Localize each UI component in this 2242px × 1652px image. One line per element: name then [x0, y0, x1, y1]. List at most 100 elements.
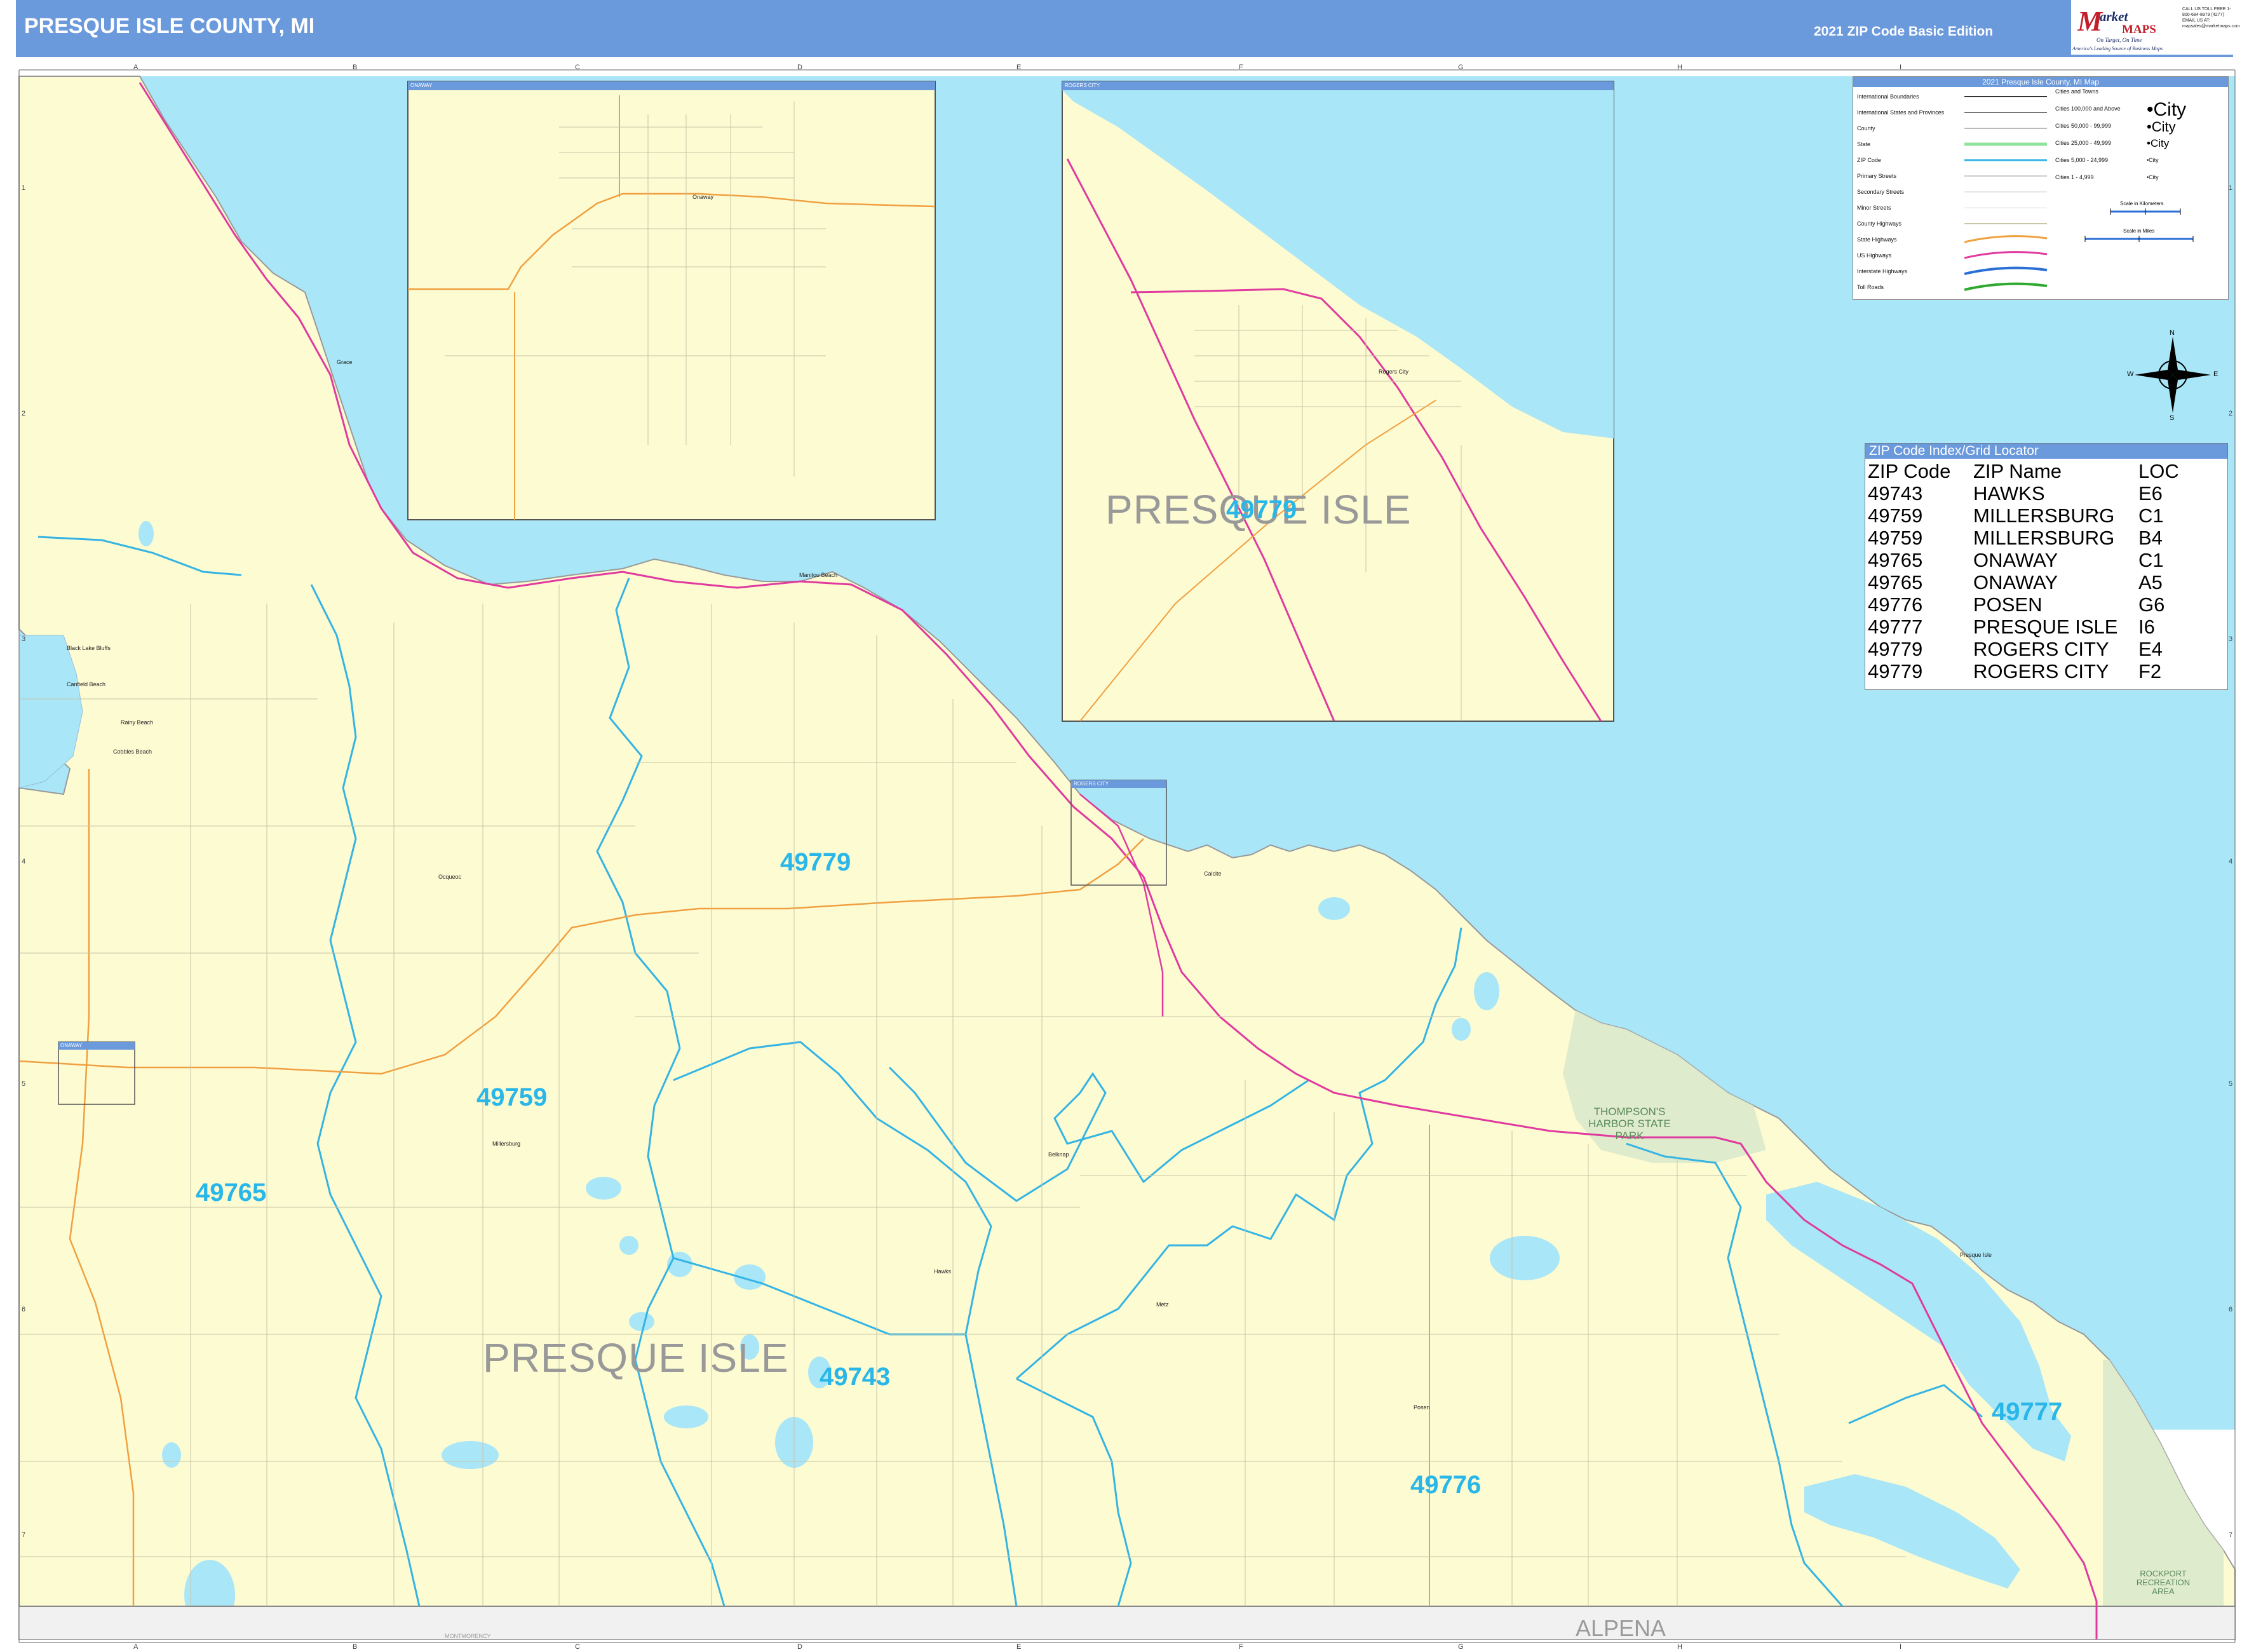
place-label: Calcite — [1204, 870, 1222, 877]
zip-index-cell: A5 — [2138, 571, 2163, 593]
park-label-rockport: ROCKPORT RECREATION AREA — [2136, 1569, 2191, 1596]
place-label: Ocqueoc — [438, 874, 462, 880]
scale-bar-mi — [2084, 236, 2194, 242]
zip-index-cell: PRESQUE ISLE — [1973, 616, 2118, 638]
inland-lake — [442, 1441, 499, 1469]
compass-e: E — [2213, 370, 2218, 378]
grid-letter: A — [133, 64, 138, 71]
zip-index-cell: 49759 — [1868, 504, 1923, 527]
zip-index-cell: F2 — [2138, 660, 2162, 682]
inland-lake — [1318, 897, 1350, 920]
zip-index-cell: HAWKS — [1973, 482, 2045, 504]
grid-number: 4 — [2229, 858, 2233, 865]
neighbor-county-west-label: MONTMORENCY — [445, 1633, 491, 1639]
grid-letter: H — [1677, 64, 1682, 71]
place-label: Canfield Beach — [67, 681, 106, 687]
grid-letter: F — [1239, 64, 1243, 71]
legend-item: Toll Roads — [1857, 284, 1884, 290]
legend-city-sample: •City — [2147, 99, 2187, 120]
zip-index-cell: I6 — [2138, 616, 2155, 638]
legend-item: State — [1857, 141, 1871, 147]
legend-city-class: Cities 1 - 4,999 — [2055, 174, 2094, 180]
grid-number: 2 — [22, 410, 26, 417]
zip-index-cell: E4 — [2138, 638, 2163, 660]
logo-tagline: On Target, On Time — [2097, 37, 2142, 43]
grid-letter: C — [575, 1643, 580, 1651]
grid-number: 3 — [2229, 635, 2233, 643]
grid-letter: F — [1239, 1643, 1243, 1651]
inland-lake — [619, 1236, 638, 1255]
edition-label: 2021 ZIP Code Basic Edition — [1814, 24, 1994, 39]
zip-index-cell: 49765 — [1868, 571, 1923, 593]
neighbor-county-label: ALPENA — [1576, 1615, 1666, 1641]
grid-letter: C — [575, 64, 580, 71]
inset-rogers-tag: ROGERS CITY — [1065, 83, 1100, 88]
legend-item: Primary Streets — [1857, 173, 1897, 179]
logo-subtagline: America's Leading Source of Business Map… — [2072, 46, 2163, 51]
inland-lake — [664, 1405, 708, 1428]
zip-index-title: ZIP Code Index/Grid Locator — [1865, 443, 2227, 459]
grid-number: 2 — [2229, 410, 2233, 417]
page-title: PRESQUE ISLE COUNTY, MI — [24, 14, 315, 38]
place-label: Metz — [1156, 1301, 1169, 1308]
legend-item: ZIP Code — [1857, 157, 1881, 163]
zip-index-cell: C1 — [2138, 549, 2164, 571]
rogers-locator-label: ROGERS CITY — [1074, 781, 1109, 787]
zip-label-49779: 49779 — [780, 848, 851, 876]
legend-city-sample: •City — [2147, 157, 2159, 163]
place-label: Manitou Beach — [799, 572, 838, 578]
legend-scale-km: Scale in Kilometers — [2120, 201, 2164, 207]
grid-letter: I — [1900, 1643, 1902, 1651]
zip-label-49777: 49777 — [1992, 1398, 2063, 1426]
grid-number: 5 — [2229, 1080, 2233, 1088]
zip-index-cell: 49777 — [1868, 616, 1923, 638]
park-label-thompsons-harbor: THOMPSON'S HARBOR STATE PARK — [1588, 1106, 1671, 1142]
inset-place-rogers-city: Rogers City — [1379, 369, 1409, 375]
grid-letter: A — [133, 1643, 138, 1651]
grid-letter: B — [353, 64, 358, 71]
logo-word-maps: MAPS — [2122, 23, 2156, 36]
inset-rogers-city-frame — [1062, 81, 1614, 722]
zip-index-cell: 49776 — [1868, 593, 1923, 616]
inland-lake — [586, 1177, 621, 1200]
legend-scale-mi: Scale in Miles — [2123, 228, 2155, 234]
inland-lake — [1490, 1236, 1560, 1280]
zip-index-cell: B4 — [2138, 527, 2163, 549]
legend-city-class: Cities 25,000 - 49,999 — [2055, 140, 2112, 146]
zip-index-cell: C1 — [2138, 504, 2164, 527]
onaway-locator-label: ONAWAY — [60, 1043, 83, 1048]
zip-index-cell: 49765 — [1868, 549, 1923, 571]
grid-number: 7 — [2229, 1531, 2233, 1539]
legend-item: Secondary Streets — [1857, 189, 1905, 195]
inset-zip-label: 49779 — [1226, 496, 1297, 524]
zip-index-cell: 49779 — [1868, 660, 1923, 682]
map-legend: 2021 Presque Isle County, MI Map Interna… — [1853, 76, 2229, 300]
compass-n: N — [2170, 329, 2175, 337]
zip-index-cell: MILLERSBURG — [1973, 527, 2115, 549]
zip-index-cell: E6 — [2138, 482, 2163, 504]
inland-lake — [138, 521, 154, 546]
legend-city-sample: •City — [2147, 137, 2170, 149]
grid-number: 5 — [22, 1080, 26, 1088]
grid-number: 4 — [22, 858, 26, 865]
legend-item: County Highways — [1857, 220, 1902, 227]
inset-place-onaway: Onaway — [692, 194, 714, 200]
zip-label-49759: 49759 — [476, 1083, 548, 1111]
place-label: Millersburg — [492, 1141, 521, 1147]
grid-letter: E — [1016, 1643, 1022, 1651]
compass-w: W — [2127, 370, 2134, 378]
zip-index-cell: ROGERS CITY — [1973, 660, 2109, 682]
zip-index-col-header: ZIP Name — [1973, 460, 2062, 482]
compass-s: S — [2170, 414, 2175, 422]
inland-lake — [162, 1442, 181, 1468]
legend-item: Minor Streets — [1857, 205, 1891, 211]
zip-index-cell: 49779 — [1868, 638, 1923, 660]
inland-lake — [629, 1312, 654, 1331]
legend-item: International Boundaries — [1857, 93, 1919, 100]
place-label: Belknap — [1048, 1151, 1069, 1158]
grid-number: 7 — [22, 1531, 26, 1539]
legend-item: State Highways — [1857, 236, 1897, 243]
grid-number: 6 — [2229, 1306, 2233, 1313]
inland-lake — [1452, 1018, 1471, 1041]
legend-cities-heading: Cities and Towns — [2055, 88, 2098, 95]
